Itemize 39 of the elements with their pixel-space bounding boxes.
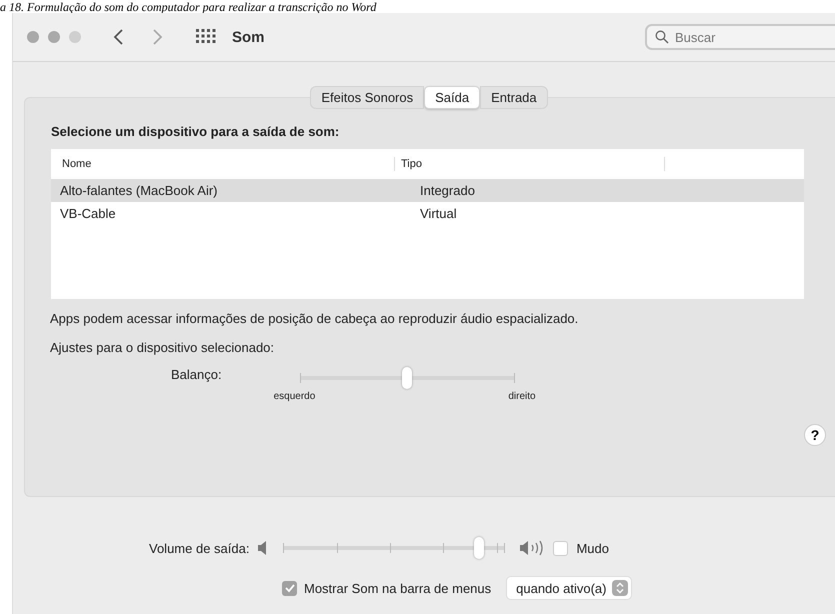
help-button[interactable]: ? xyxy=(804,424,826,446)
slider-thumb[interactable] xyxy=(474,537,484,559)
volume-label: Volume de saída: xyxy=(149,540,250,556)
volume-slider[interactable] xyxy=(283,537,506,559)
stepper-icon xyxy=(612,580,628,596)
column-header[interactable]: Tipo xyxy=(395,157,665,171)
info-text: Apps podem acessar informações de posição de cabeça ao reproduzir áudio espacializado. xyxy=(50,311,580,326)
search-field[interactable]: Buscar xyxy=(645,24,835,50)
grid-icon[interactable] xyxy=(196,29,216,45)
section-heading: Selecione um dispositivo para a saída de som: xyxy=(51,124,340,139)
window-title: Som xyxy=(232,28,265,46)
table-cell-text: Alto-falantes (MacBook Air) xyxy=(59,183,219,198)
table-cell-text: Integrado xyxy=(419,183,476,198)
menu-bar-label: Mostrar Som na barra de menus xyxy=(304,580,492,596)
table-cell-text: Virtual xyxy=(419,206,458,221)
balance-slider[interactable] xyxy=(300,367,515,389)
right-label: direito xyxy=(508,391,536,402)
tab[interactable]: Efeitos Sonoros xyxy=(310,86,424,109)
settings-label: Ajustes para o dispositivo selecionado: xyxy=(50,340,276,355)
mute-label: Mudo xyxy=(576,540,609,556)
minimize-button[interactable] xyxy=(48,31,60,43)
menu-bar-checkbox[interactable] xyxy=(282,580,297,596)
close-button[interactable] xyxy=(27,31,39,43)
forward-icon[interactable] xyxy=(152,28,164,46)
tab[interactable]: Entrada xyxy=(480,86,548,109)
table-row[interactable]: Alto-falantes (MacBook Air) Integrado xyxy=(51,179,804,202)
mute-checkbox[interactable] xyxy=(553,540,568,556)
column-header[interactable]: Nome xyxy=(51,157,395,171)
option-dropdown[interactable]: quando ativo(a) xyxy=(506,576,632,600)
slider-thumb[interactable] xyxy=(402,367,412,389)
table-row[interactable]: VB-Cable Virtual xyxy=(51,202,804,225)
table-cell-text: VB-Cable xyxy=(59,206,117,221)
zoom-button[interactable] xyxy=(69,31,81,43)
left-label: esquerdo xyxy=(274,391,316,402)
back-icon[interactable] xyxy=(112,28,124,46)
search-icon xyxy=(655,30,669,44)
speaker-loud-icon xyxy=(519,539,546,557)
balance-label: Balanço: xyxy=(171,367,222,382)
tab[interactable]: Saída xyxy=(424,86,480,109)
